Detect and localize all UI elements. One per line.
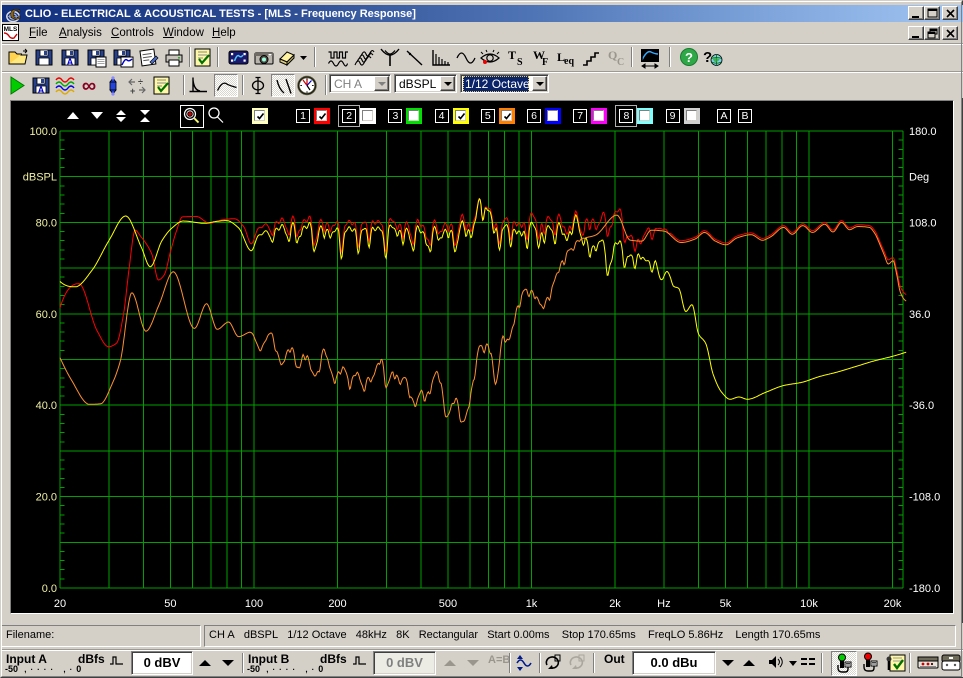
svg-text:1k: 1k <box>526 598 538 610</box>
svg-text:500: 500 <box>439 598 457 610</box>
svg-text:60.0: 60.0 <box>36 309 57 321</box>
svg-text:10k: 10k <box>800 598 818 610</box>
svg-text:20k: 20k <box>884 598 902 610</box>
svg-text:-180.0: -180.0 <box>909 583 940 595</box>
svg-text:100.0: 100.0 <box>29 126 57 138</box>
svg-text:5k: 5k <box>720 598 732 610</box>
svg-text:Hz: Hz <box>657 598 670 610</box>
svg-text:0.0: 0.0 <box>42 583 57 595</box>
svg-text:-36.0: -36.0 <box>909 400 934 412</box>
svg-text:Deg: Deg <box>909 172 929 184</box>
svg-text:108.0: 108.0 <box>909 217 937 229</box>
svg-text:36.0: 36.0 <box>909 309 930 321</box>
svg-text:-108.0: -108.0 <box>909 492 940 504</box>
svg-text:200: 200 <box>328 598 346 610</box>
svg-text:100: 100 <box>245 598 263 610</box>
svg-text:40.0: 40.0 <box>36 400 57 412</box>
svg-text:20: 20 <box>54 598 66 610</box>
svg-text:2k: 2k <box>609 598 621 610</box>
svg-text:20.0: 20.0 <box>36 492 57 504</box>
svg-text:80.0: 80.0 <box>36 217 57 229</box>
svg-text:dBSPL: dBSPL <box>23 172 57 184</box>
svg-text:180.0: 180.0 <box>909 126 937 138</box>
svg-text:50: 50 <box>164 598 176 610</box>
